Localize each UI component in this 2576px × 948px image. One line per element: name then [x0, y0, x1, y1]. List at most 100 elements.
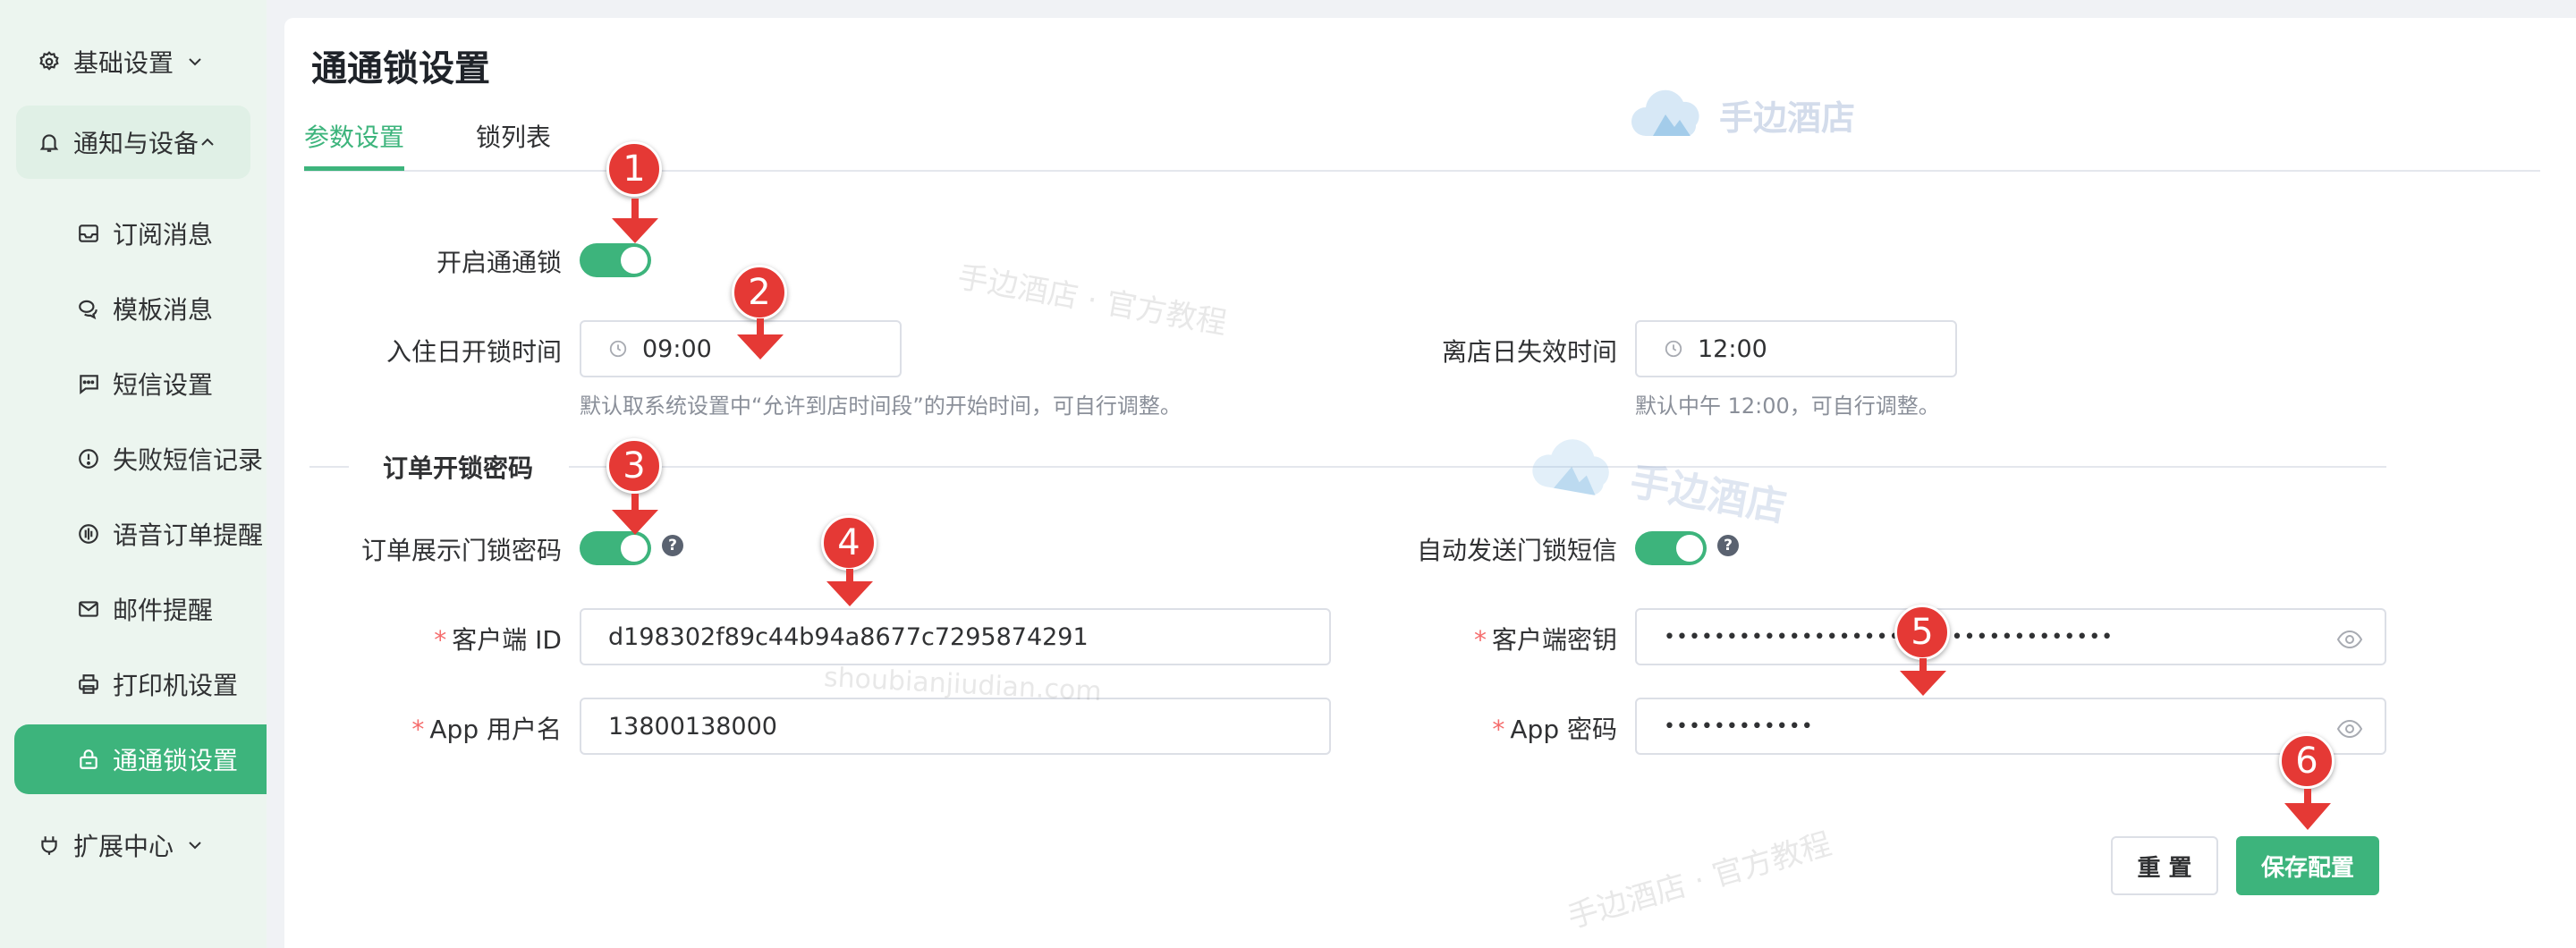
client-secret-label: * 客户端密钥 [1474, 621, 1617, 656]
help-icon[interactable]: ? [1717, 535, 1739, 556]
chevron-down-icon [186, 52, 206, 72]
app-password-input[interactable]: •••••••••••• [1635, 698, 2386, 755]
inbox-icon [75, 220, 102, 247]
page-title: 通通锁设置 [311, 48, 490, 89]
sidebar-item-printer-settings[interactable]: 打印机设置 [14, 649, 267, 719]
tab-lock-list[interactable]: 锁列表 [476, 118, 551, 154]
sidebar-group-label: 基础设置 [73, 48, 174, 78]
checkin-unlock-label: 入住日开锁时间 [386, 337, 562, 367]
mail-icon [75, 596, 102, 622]
sidebar-item-tt-lock-settings[interactable]: 通通锁设置 [14, 724, 267, 794]
client-id-label: * 客户端 ID [434, 621, 562, 656]
clock-icon [608, 338, 630, 360]
alert-circle-icon [75, 445, 102, 472]
chat-icon [75, 295, 102, 322]
sidebar-group-label: 通知与设备 [73, 129, 199, 158]
required-mark: * [1492, 715, 1505, 744]
switch-knob [621, 247, 648, 274]
annotation-marker-3: 3 [606, 438, 662, 494]
required-mark: * [434, 625, 447, 655]
sidebar: 基础设置 通知与设备 订阅消息 模板消息 短信设置 失败短信记录 语音订单提醒 … [0, 0, 267, 948]
sidebar-group-extension-center[interactable]: 扩展中心 [16, 808, 250, 882]
save-config-button[interactable]: 保存配置 [2236, 836, 2379, 895]
section-divider-left [309, 466, 349, 468]
show-password-switch[interactable] [580, 531, 651, 565]
lock-icon [75, 746, 102, 773]
sidebar-item-label: 短信设置 [113, 370, 214, 400]
annotation-arrow-6 [2284, 789, 2331, 830]
printer-icon [75, 671, 102, 698]
section-title-order-password: 订单开锁密码 [383, 453, 534, 483]
client-secret-value: •••••••••••••••••••••••••••••••••••• [1664, 625, 2114, 648]
annotation-arrow-3 [612, 494, 658, 535]
app-user-label: * App 用户名 [411, 710, 562, 746]
checkout-hint: 默认中午 12:00，可自行调整。 [1635, 394, 1940, 419]
section-divider-right [569, 466, 2386, 468]
client-id-input[interactable]: d198302f89c44b94a8677c7295874291 [580, 608, 1331, 665]
sidebar-item-failed-sms-records[interactable]: 失败短信记录 [14, 424, 267, 494]
annotation-marker-2: 2 [732, 265, 787, 320]
sidebar-item-label: 订阅消息 [113, 220, 214, 250]
auto-sms-switch[interactable] [1635, 531, 1707, 565]
annotation-arrow-1 [612, 199, 658, 243]
client-id-label-text: 客户端 ID [452, 625, 562, 655]
app-password-value: •••••••••••• [1664, 715, 1814, 738]
chevron-up-icon [199, 132, 218, 152]
sidebar-item-label: 邮件提醒 [113, 596, 214, 625]
tab-parameter-settings[interactable]: 参数设置 [304, 118, 404, 154]
checkin-hint: 默认取系统设置中“允许到店时间段”的开始时间，可自行调整。 [580, 394, 1182, 419]
sidebar-group-label: 扩展中心 [73, 832, 174, 861]
client-id-value: d198302f89c44b94a8677c7295874291 [608, 622, 1089, 651]
checkout-expire-time-picker[interactable]: 12:00 [1635, 320, 1957, 377]
sidebar-item-voice-order-reminder[interactable]: 语音订单提醒 [14, 499, 267, 569]
checkout-expire-label: 离店日失效时间 [1441, 337, 1617, 367]
required-mark: * [411, 715, 425, 744]
help-icon[interactable]: ? [662, 535, 683, 556]
sidebar-item-subscription-messages[interactable]: 订阅消息 [14, 199, 267, 268]
enable-lock-label: 开启通通锁 [436, 248, 562, 277]
annotation-arrow-2 [737, 318, 784, 360]
sidebar-item-label: 通通锁设置 [113, 746, 239, 775]
checkout-expire-value: 12:00 [1698, 334, 1767, 363]
plug-icon [36, 832, 63, 859]
bell-icon [36, 129, 63, 156]
message-icon [75, 370, 102, 397]
annotation-arrow-4 [826, 569, 873, 606]
eye-icon[interactable] [2336, 628, 2363, 649]
sidebar-group-basic-settings[interactable]: 基础设置 [16, 25, 250, 98]
sidebar-group-notifications-devices[interactable]: 通知与设备 [16, 106, 250, 179]
sidebar-item-sms-settings[interactable]: 短信设置 [14, 349, 267, 419]
annotation-marker-5: 5 [1894, 605, 1950, 660]
annotation-arrow-5 [1900, 658, 1946, 696]
eye-icon[interactable] [2336, 717, 2363, 739]
voice-icon [75, 521, 102, 547]
chevron-down-icon [186, 835, 206, 855]
reset-button[interactable]: 重 置 [2111, 836, 2218, 895]
app-user-input[interactable]: 13800138000 [580, 698, 1331, 755]
client-secret-label-text: 客户端密钥 [1491, 625, 1617, 655]
sidebar-item-email-reminder[interactable]: 邮件提醒 [14, 574, 267, 644]
client-secret-input[interactable]: •••••••••••••••••••••••••••••••••••• [1635, 608, 2386, 665]
app-password-label-text: App 密码 [1510, 715, 1617, 744]
show-password-label: 订单展示门锁密码 [360, 536, 562, 565]
active-tab-indicator [304, 166, 404, 171]
app-password-label: * App 密码 [1492, 710, 1617, 746]
switch-knob [1676, 535, 1703, 562]
checkin-unlock-value: 09:00 [642, 334, 712, 363]
sidebar-item-label: 打印机设置 [113, 671, 239, 700]
app-user-value: 13800138000 [608, 712, 777, 741]
clock-icon [1664, 338, 1685, 360]
gear-icon [36, 48, 63, 75]
auto-sms-label: 自动发送门锁短信 [1416, 536, 1617, 565]
required-mark: * [1473, 625, 1487, 655]
enable-lock-switch[interactable] [580, 243, 651, 277]
sidebar-item-label: 模板消息 [113, 295, 214, 325]
annotation-marker-4: 4 [821, 515, 877, 571]
app-root: 基础设置 通知与设备 订阅消息 模板消息 短信设置 失败短信记录 语音订单提醒 … [0, 0, 2576, 948]
app-user-label-text: App 用户名 [429, 715, 562, 744]
switch-knob [621, 535, 648, 562]
annotation-marker-6: 6 [2279, 733, 2334, 789]
sidebar-item-template-messages[interactable]: 模板消息 [14, 274, 267, 343]
sidebar-item-label: 失败短信记录 [113, 445, 264, 475]
sidebar-item-label: 语音订单提醒 [113, 521, 264, 550]
